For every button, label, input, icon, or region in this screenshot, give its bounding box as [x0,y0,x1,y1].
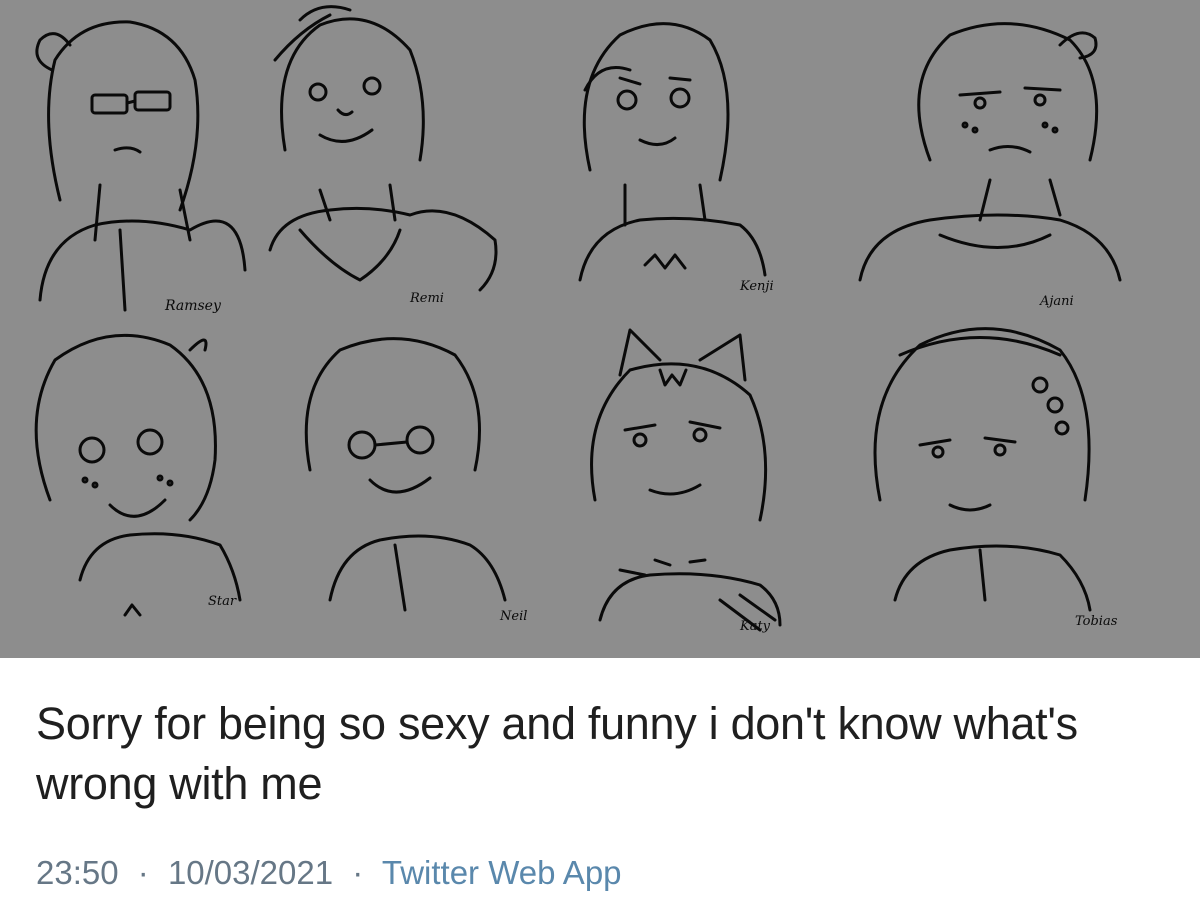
sketch-signature-7: Katy [739,619,771,634]
sketch-portrait-6: Neil [304,337,527,624]
sketch-signature-2: Remi [409,291,444,306]
sketch-grid: Ramsey Remi Kenji Ajani Star Neil Katy T… [34,5,1122,634]
tweet-meta: 23:50 · 10/03/2021 · Twitter Web App [36,854,622,892]
sketch-portrait-3: Kenji [578,22,774,294]
sketch-portrait-1: Ramsey [35,20,247,314]
sketch-portrait-8: Tobias [873,327,1118,629]
sketch-portrait-4: Ajani [858,22,1122,309]
screenshot: Ramsey Remi Kenji Ajani Star Neil Katy T… [0,0,1200,900]
sketch-signature-4: Ajani [1039,294,1074,309]
tweet-date[interactable]: 10/03/2021 [168,854,333,891]
tweet-card: Sorry for being so sexy and funny i don'… [0,658,1200,900]
sketch-signature-8: Tobias [1075,614,1118,629]
meta-separator: · [137,854,149,891]
sketch-portrait-2: Remi [268,5,498,306]
sketch-portrait-5: Star [34,333,242,617]
sketch-portrait-7: Katy [590,328,782,634]
sketch-signature-1: Ramsey [164,298,222,314]
tweet-source-link[interactable]: Twitter Web App [382,854,622,891]
sketch-signature-5: Star [208,594,237,609]
sketch-signature-6: Neil [499,609,527,624]
meta-separator: · [352,854,364,891]
tweet-time: 23:50 [36,854,119,891]
artwork-image: Ramsey Remi Kenji Ajani Star Neil Katy T… [0,0,1200,658]
sketch-signature-3: Kenji [739,279,774,294]
tweet-text: Sorry for being so sexy and funny i don'… [36,698,1078,809]
